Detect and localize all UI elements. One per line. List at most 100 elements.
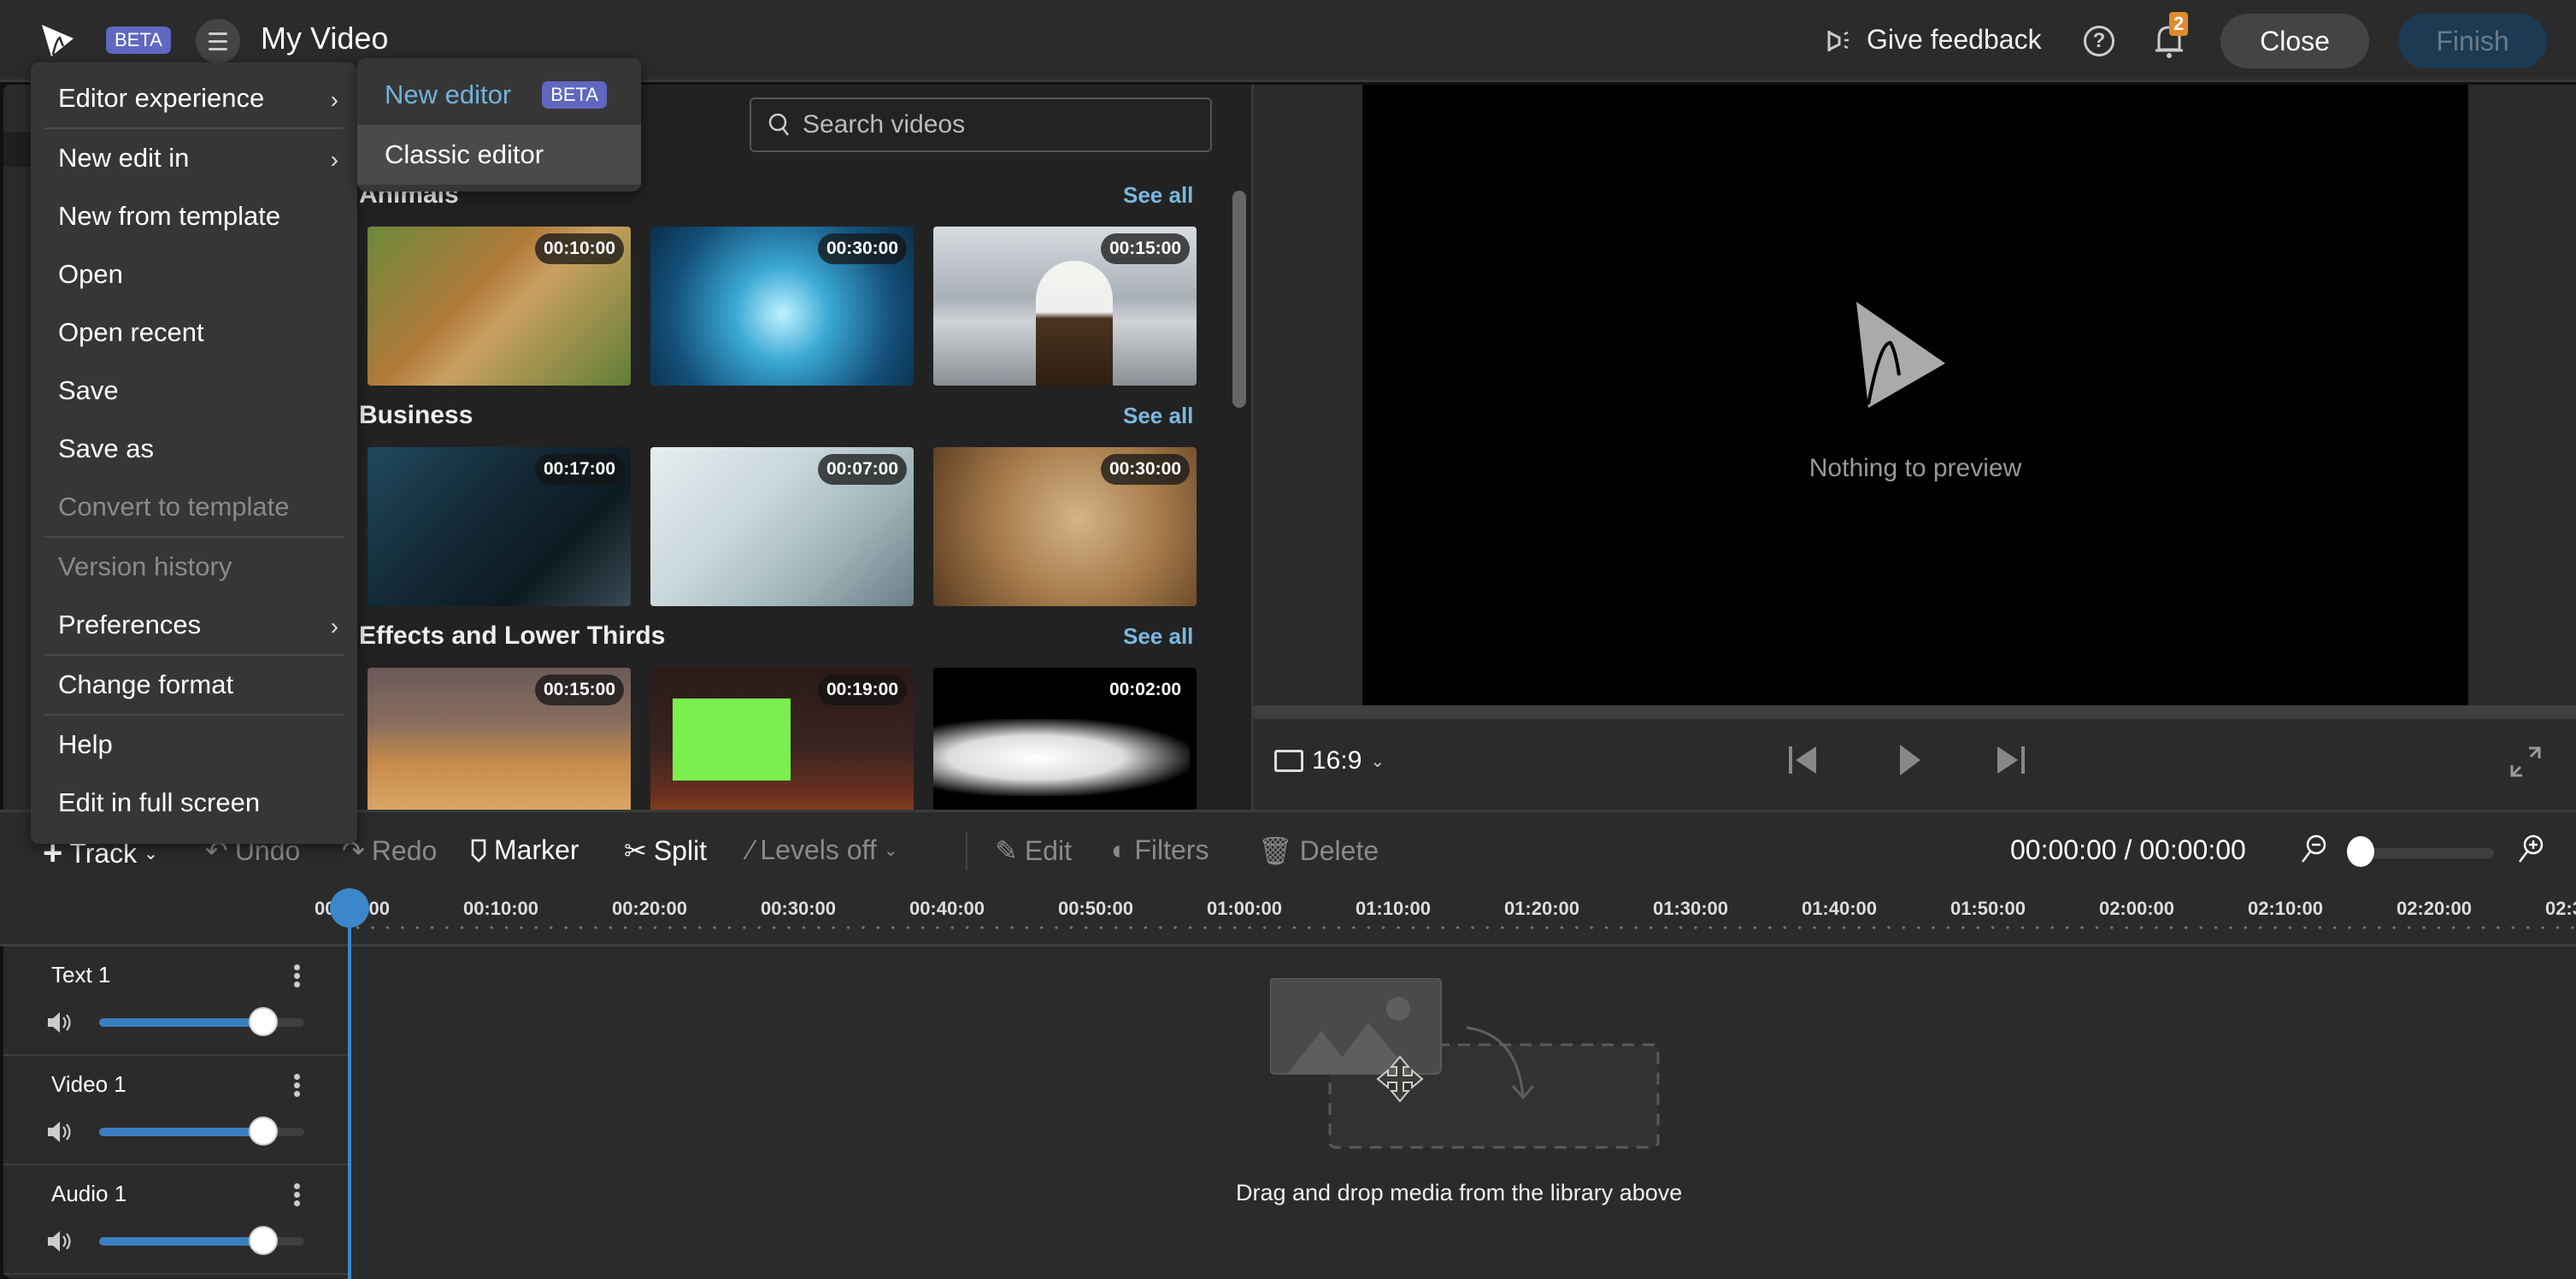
see-all-effects-link[interactable]: See all [1123, 623, 1193, 650]
category-title-business: Business [359, 401, 473, 429]
menu-item-edit-full-screen[interactable]: Edit in full screen [31, 774, 357, 832]
track-header: Video 1 [3, 1056, 349, 1165]
give-feedback-button[interactable]: Give feedback [1826, 24, 2042, 56]
preview-scrub-bar[interactable] [1254, 705, 2576, 719]
volume-slider-thumb[interactable] [249, 1007, 278, 1036]
help-icon[interactable]: ? [2084, 26, 2114, 56]
menu-item-change-format[interactable]: Change format [31, 656, 357, 714]
submenu-item-new-editor[interactable]: New editor BETA [357, 65, 641, 125]
menu-item-open[interactable]: Open [31, 245, 357, 304]
clip-thumbnail[interactable]: 00:30:00 [650, 227, 914, 386]
clip-thumbnail[interactable]: 00:15:00 [368, 668, 631, 810]
volume-slider[interactable] [99, 1117, 304, 1146]
ruler-ticks [350, 922, 2576, 933]
finish-button[interactable]: Finish [2398, 14, 2547, 68]
track-options-icon[interactable] [291, 1071, 303, 1099]
playhead-line[interactable] [348, 906, 351, 1279]
volume-slider[interactable] [99, 1007, 304, 1036]
menu-item-new-from-template[interactable]: New from template [31, 187, 357, 245]
volume-icon[interactable] [46, 1229, 75, 1254]
megaphone-icon [1827, 30, 1849, 51]
clip-duration: 00:17:00 [534, 454, 624, 485]
menu-item-help[interactable]: Help [31, 716, 357, 774]
volume-slider[interactable] [99, 1226, 304, 1255]
menu-item-convert-to-template: Convert to template [58, 492, 290, 522]
delete-button[interactable]: 🗑 Delete [1258, 834, 1379, 867]
timecode-display: 00:00:00 / 00:00:00 [2010, 834, 2246, 865]
menu-item-editor-experience[interactable]: Editor experience › [31, 69, 357, 127]
zoom-out-icon[interactable] [2299, 833, 2328, 867]
clip-thumbnail[interactable]: 00:10:00 [368, 227, 631, 386]
menu-item-open-recent[interactable]: Open recent [31, 304, 357, 362]
menu-item-version-history: Version history [58, 551, 232, 581]
filters-button[interactable]: ◐ Filters [1111, 834, 1209, 866]
app-logo-icon [42, 25, 74, 56]
menu-item-save-as[interactable]: Save as [31, 420, 357, 478]
clip-thumbnail[interactable]: 00:19:00 [650, 668, 914, 810]
see-all-animals-link[interactable]: See all [1123, 182, 1193, 209]
marker-button[interactable]: Marker [470, 834, 579, 866]
main-menu-button[interactable] [196, 19, 240, 63]
filters-icon: ◐ [1111, 834, 1128, 865]
volume-icon[interactable] [46, 1119, 75, 1145]
main-menu-dropdown: Editor experience › New edit in › New from… [31, 62, 357, 844]
trash-icon: 🗑 [1258, 835, 1293, 866]
aspect-ratio-value: 16:9 [1312, 746, 1362, 775]
clip-thumbnail[interactable]: 00:07:00 [650, 447, 914, 606]
notification-count-badge: 2 [2169, 12, 2189, 36]
submenu-item-classic-editor[interactable]: Classic editor [357, 125, 641, 185]
project-title[interactable]: My Video [261, 21, 388, 56]
clip-thumbnail[interactable]: 00:30:00 [933, 447, 1197, 606]
ruler-label: 00:50:00 [1057, 898, 1134, 919]
clip-duration: 00:02:00 [1109, 680, 1181, 699]
ruler-label: 02:10:00 [2247, 898, 2324, 919]
ruler-label: 02:20:00 [2396, 898, 2473, 919]
clip-duration: 00:15:00 [534, 675, 624, 705]
fullscreen-icon[interactable] [2508, 745, 2543, 779]
timeline-ruler[interactable]: 00:00:0000:10:0000:20:0000:30:0000:40:00… [0, 887, 2576, 946]
track-name: Text 1 [51, 962, 111, 987]
timeline-zoom-thumb[interactable] [2347, 836, 2374, 867]
track-headers: Text 1 Video 1 Audio 1 [3, 946, 349, 1279]
aspect-ratio-dropdown[interactable]: 16:9 ⌄ [1274, 746, 1385, 775]
volume-slider-thumb[interactable] [249, 1226, 278, 1255]
skip-to-end-icon[interactable] [1994, 743, 2028, 777]
clip-thumbnail[interactable]: 00:02:00 [933, 668, 1197, 810]
library-scrollbar[interactable] [1232, 191, 1246, 408]
menu-item-save[interactable]: Save [31, 362, 357, 420]
see-all-business-link[interactable]: See all [1123, 403, 1193, 429]
beta-badge: BETA [542, 81, 608, 109]
preview-panel: Nothing to preview 16:9 ⌄ [1251, 85, 2576, 810]
menu-item-new-edit-in[interactable]: New edit in › [31, 129, 357, 187]
volume-slider-thumb[interactable] [249, 1117, 278, 1146]
clip-thumbnail[interactable]: 00:17:00 [368, 447, 631, 606]
track-name: Video 1 [51, 1071, 126, 1097]
levels-dropdown[interactable]: ⁄ Levels off ⌄ [749, 834, 898, 866]
close-button[interactable]: Close [2220, 14, 2369, 68]
timeline-zoom-slider[interactable] [2361, 848, 2494, 858]
skip-to-start-icon[interactable] [1785, 743, 1820, 777]
clip-duration: 00:19:00 [817, 675, 907, 705]
menu-item-preferences[interactable]: Preferences › [31, 596, 357, 654]
track-header: Audio 1 [3, 1165, 349, 1275]
zoom-in-icon[interactable] [2516, 833, 2545, 867]
split-button[interactable]: ✂ Split [624, 834, 707, 867]
track-options-icon[interactable] [291, 1181, 303, 1209]
category-title-effects: Effects and Lower Thirds [359, 622, 666, 650]
drag-drop-hint: Drag and drop media from the library abo… [1236, 1180, 1683, 1205]
search-videos-field[interactable] [750, 97, 1212, 152]
ruler-label: 01:30:00 [1652, 898, 1729, 919]
search-videos-input[interactable] [803, 110, 1179, 139]
ruler-label: 00:20:00 [611, 898, 688, 919]
edit-button[interactable]: ✎ Edit [995, 834, 1072, 867]
timeline-toolbar: + Track ⌄ ↶ Undo ↷ Redo Marker ✂ Split ⁄… [0, 810, 2576, 887]
library-sidebar [3, 85, 31, 810]
track-options-icon[interactable] [291, 962, 303, 990]
chevron-right-icon: › [330, 86, 338, 113]
clip-thumbnail[interactable]: 00:15:00 [933, 227, 1197, 386]
play-icon[interactable] [1891, 743, 1926, 777]
ruler-label: 01:40:00 [1801, 898, 1878, 919]
ruler-label: 01:50:00 [1950, 898, 2026, 919]
volume-icon[interactable] [46, 1010, 75, 1035]
video-preview: Nothing to preview [1362, 85, 2468, 705]
